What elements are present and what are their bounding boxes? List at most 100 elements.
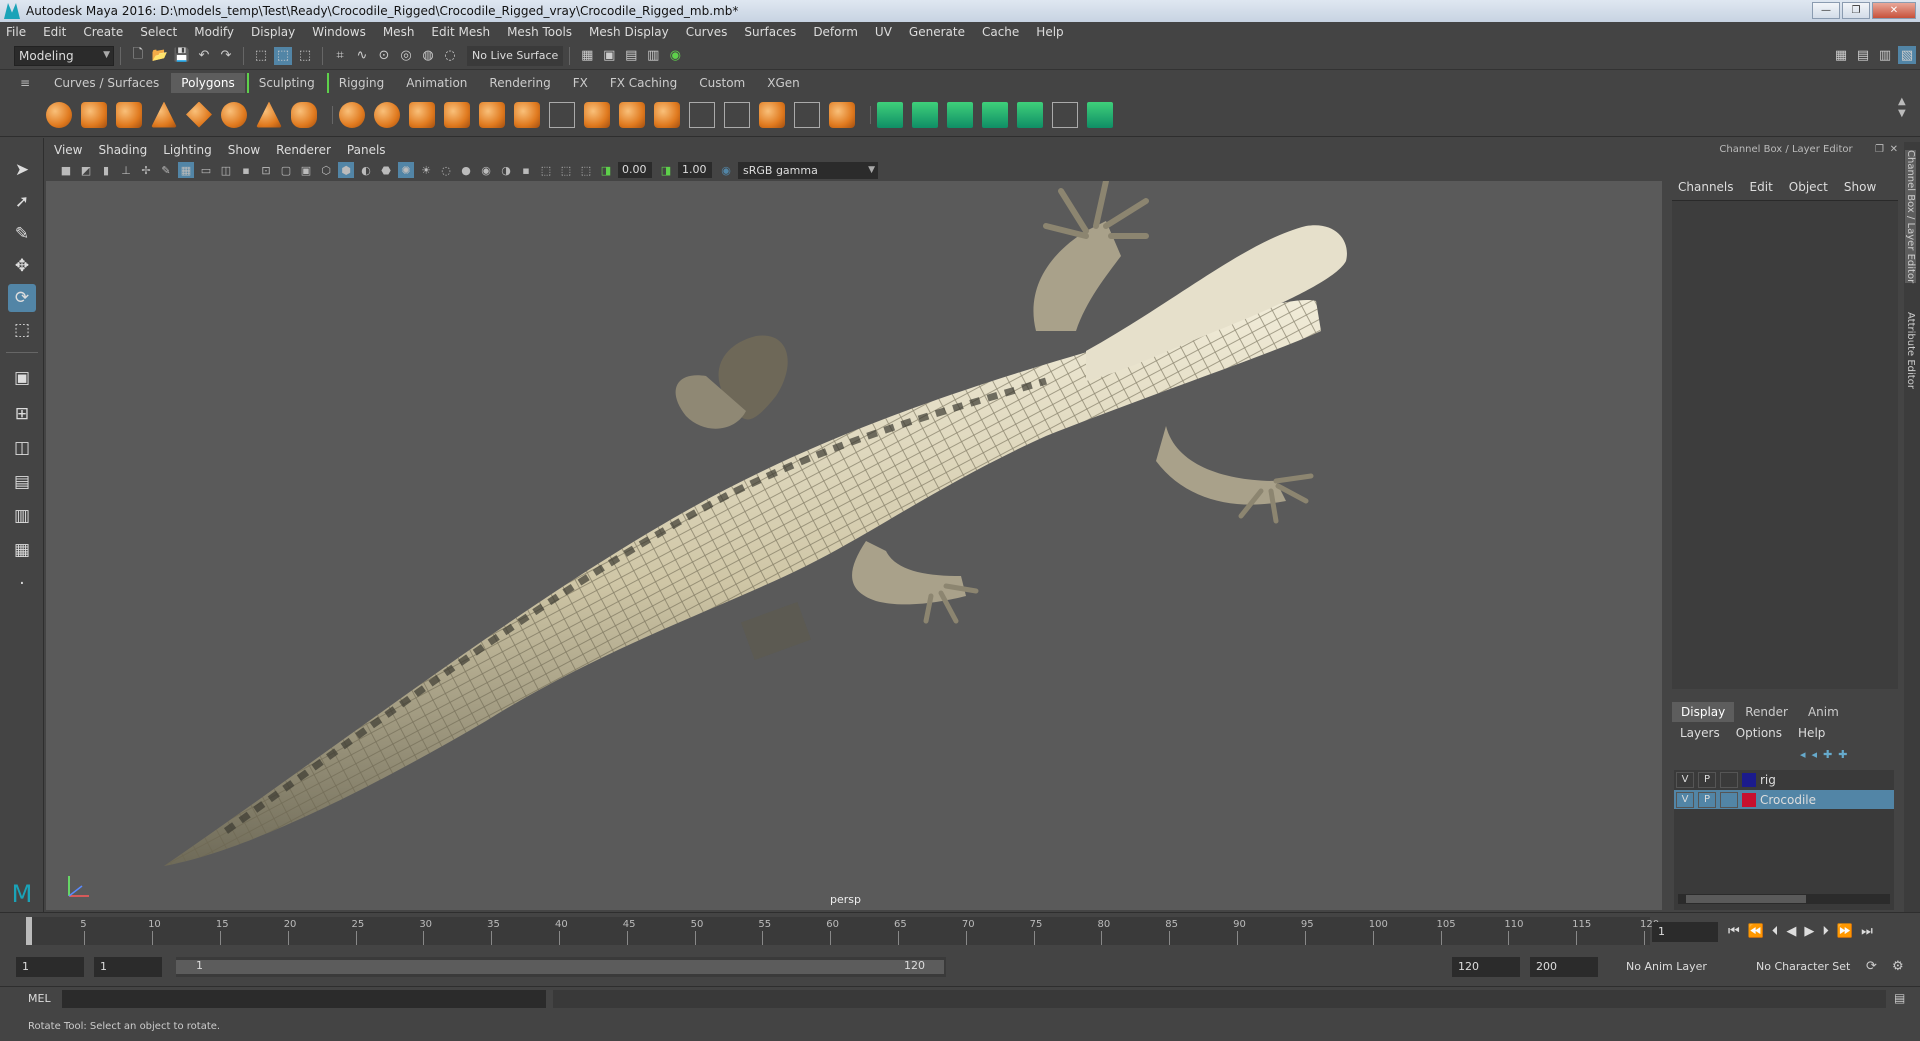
poly-cone-icon[interactable] <box>151 101 177 128</box>
layer-row[interactable]: V P rig <box>1674 770 1894 789</box>
layer-color-swatch[interactable] <box>1742 772 1756 787</box>
menu-surfaces[interactable]: Surfaces <box>744 25 796 39</box>
shadows-icon[interactable]: ☀ <box>418 162 434 178</box>
side-tab-channel-box[interactable]: Channel Box / Layer Editor <box>1905 150 1916 284</box>
hypershade-icon[interactable]: ◉ <box>666 47 684 65</box>
field-chart-icon[interactable]: ⊡ <box>258 162 274 178</box>
menu-edit[interactable]: Edit <box>43 25 66 39</box>
command-input[interactable] <box>62 990 546 1008</box>
poly-plane-icon[interactable] <box>186 101 212 128</box>
resolution-gate-icon[interactable]: ◫ <box>218 162 234 178</box>
persp-outliner-layout-icon[interactable]: ◫ <box>8 434 36 462</box>
snap-curve-icon[interactable]: ∿ <box>353 47 371 65</box>
poly-cube-icon[interactable] <box>81 101 107 128</box>
tab-fx[interactable]: FX <box>563 73 598 93</box>
view-transform-select[interactable]: sRGB gamma <box>738 161 878 179</box>
scale-tool-icon[interactable]: ⬚ <box>8 316 36 344</box>
menu-windows[interactable]: Windows <box>312 25 366 39</box>
uv-layout-icon[interactable] <box>1087 101 1113 128</box>
maya-home-icon[interactable]: M <box>8 880 36 908</box>
select-object-icon[interactable]: ⬚ <box>274 46 292 65</box>
select-component-icon[interactable]: ⬚ <box>296 47 314 65</box>
tab-anim-layers[interactable]: Anim <box>1799 702 1848 722</box>
menu-select[interactable]: Select <box>140 25 177 39</box>
planar-uv-icon[interactable] <box>877 101 903 128</box>
toggle-modeling-toolkit-icon[interactable]: ▦ <box>1832 46 1850 64</box>
wireframe-on-shaded-icon[interactable]: ◐ <box>358 162 374 178</box>
bridge-icon[interactable] <box>619 101 645 128</box>
poly-pipe-icon[interactable] <box>291 101 317 128</box>
depth-of-field-icon[interactable]: ◑ <box>498 162 514 178</box>
checker-icon[interactable] <box>1052 101 1078 128</box>
fill-hole-icon[interactable] <box>829 101 855 128</box>
layer-name[interactable]: rig <box>1760 773 1776 787</box>
screen-space-ao-icon[interactable]: ◌ <box>438 162 454 178</box>
cylindrical-uv-icon[interactable] <box>912 101 938 128</box>
tab-sculpting[interactable]: Sculpting <box>246 73 325 93</box>
gamma-icon[interactable]: ◨ <box>658 162 674 178</box>
camera-attributes-icon[interactable]: ◩ <box>78 162 94 178</box>
layer-menu-layers[interactable]: Layers <box>1680 726 1720 740</box>
go-to-end-icon[interactable]: ⏭ <box>1861 924 1873 939</box>
two-d-pan-zoom-icon[interactable]: ✢ <box>138 162 154 178</box>
toggle-attribute-editor-icon[interactable]: ▤ <box>1854 46 1872 64</box>
film-gate-icon[interactable]: ▭ <box>198 162 214 178</box>
snap-point-icon[interactable]: ⊙ <box>375 47 393 65</box>
viewport-menu-view[interactable]: View <box>54 143 82 157</box>
tab-render-layers[interactable]: Render <box>1736 702 1797 722</box>
menu-curves[interactable]: Curves <box>686 25 728 39</box>
menu-cache[interactable]: Cache <box>982 25 1019 39</box>
paint-select-tool-icon[interactable]: ✎ <box>8 220 36 248</box>
channel-box-menu-object[interactable]: Object <box>1789 180 1828 194</box>
xray-joints-icon[interactable]: ⬚ <box>558 162 574 178</box>
shelf-scroll-icon[interactable]: ▲ ▼ <box>1898 96 1906 120</box>
new-empty-layer-icon[interactable]: ✚ <box>1823 748 1832 761</box>
uv-editor-icon[interactable] <box>1017 101 1043 128</box>
viewport-menu-show[interactable]: Show <box>228 143 260 157</box>
boolean-icon[interactable] <box>444 101 470 128</box>
animation-start-field[interactable]: 1 <box>16 957 84 977</box>
layer-color-swatch[interactable] <box>1742 792 1756 807</box>
toggle-channel-box-icon[interactable]: ▧ <box>1898 46 1916 64</box>
menu-deform[interactable]: Deform <box>813 25 858 39</box>
safe-action-icon[interactable]: ▢ <box>278 162 294 178</box>
textured-icon[interactable]: ⬣ <box>378 162 394 178</box>
menu-display[interactable]: Display <box>251 25 295 39</box>
insert-edge-loop-icon[interactable] <box>689 101 715 128</box>
snap-view-icon[interactable]: ◎ <box>397 47 415 65</box>
tab-xgen[interactable]: XGen <box>757 73 810 93</box>
target-weld-icon[interactable] <box>759 101 785 128</box>
color-management-icon[interactable]: ◉ <box>718 162 734 178</box>
save-scene-icon[interactable]: 💾 <box>173 47 191 65</box>
menu-edit-mesh[interactable]: Edit Mesh <box>431 25 490 39</box>
redo-icon[interactable]: ↷ <box>217 47 235 65</box>
rotate-tool-icon[interactable]: ⟳ <box>8 284 36 312</box>
animation-end-field[interactable]: 200 <box>1530 957 1598 977</box>
scrollbar-thumb[interactable] <box>1686 895 1806 903</box>
gate-mask-icon[interactable]: ▪ <box>238 162 254 178</box>
play-forwards-icon[interactable]: ▶ <box>1804 924 1814 939</box>
menu-modify[interactable]: Modify <box>194 25 234 39</box>
layer-row[interactable]: V P Crocodile <box>1674 790 1894 809</box>
viewport-menu-renderer[interactable]: Renderer <box>276 143 331 157</box>
offset-edge-loop-icon[interactable] <box>724 101 750 128</box>
go-to-start-icon[interactable]: ⏮ <box>1728 924 1740 939</box>
channel-box-area[interactable] <box>1672 200 1898 689</box>
single-perspective-layout-icon[interactable]: ▣ <box>8 364 36 392</box>
close-panel-icon[interactable]: ✕ <box>1890 144 1898 155</box>
channel-box-menu-show[interactable]: Show <box>1844 180 1876 194</box>
current-frame-field[interactable]: 1 <box>1652 922 1718 942</box>
render-settings-icon[interactable]: ▦ <box>578 47 596 65</box>
live-surface-field[interactable]: No Live Surface <box>467 45 564 66</box>
new-layer-from-selection-icon[interactable]: ✚ <box>1838 748 1847 761</box>
snap-grid-icon[interactable]: ⌗ <box>331 47 349 65</box>
restore-button[interactable]: ❐ <box>1842 2 1870 19</box>
menu-mesh-display[interactable]: Mesh Display <box>589 25 669 39</box>
playback-end-field[interactable]: 120 <box>1452 957 1520 977</box>
menu-help[interactable]: Help <box>1036 25 1063 39</box>
spherical-uv-icon[interactable] <box>947 101 973 128</box>
tab-rigging[interactable]: Rigging <box>326 73 394 93</box>
custom-layout-icon[interactable]: · <box>8 570 36 598</box>
auto-key-icon[interactable]: ⟳ <box>1866 959 1877 974</box>
select-tool-icon[interactable]: ➤ <box>8 156 36 184</box>
